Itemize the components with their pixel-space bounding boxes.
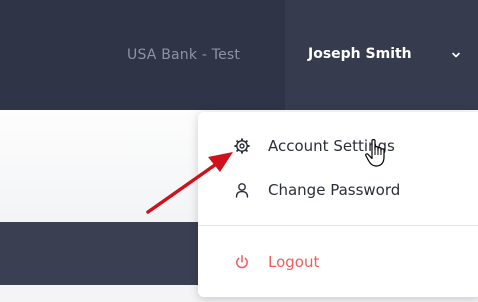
annotation-arrow [146,152,233,214]
hand-pointer-icon [365,139,385,167]
